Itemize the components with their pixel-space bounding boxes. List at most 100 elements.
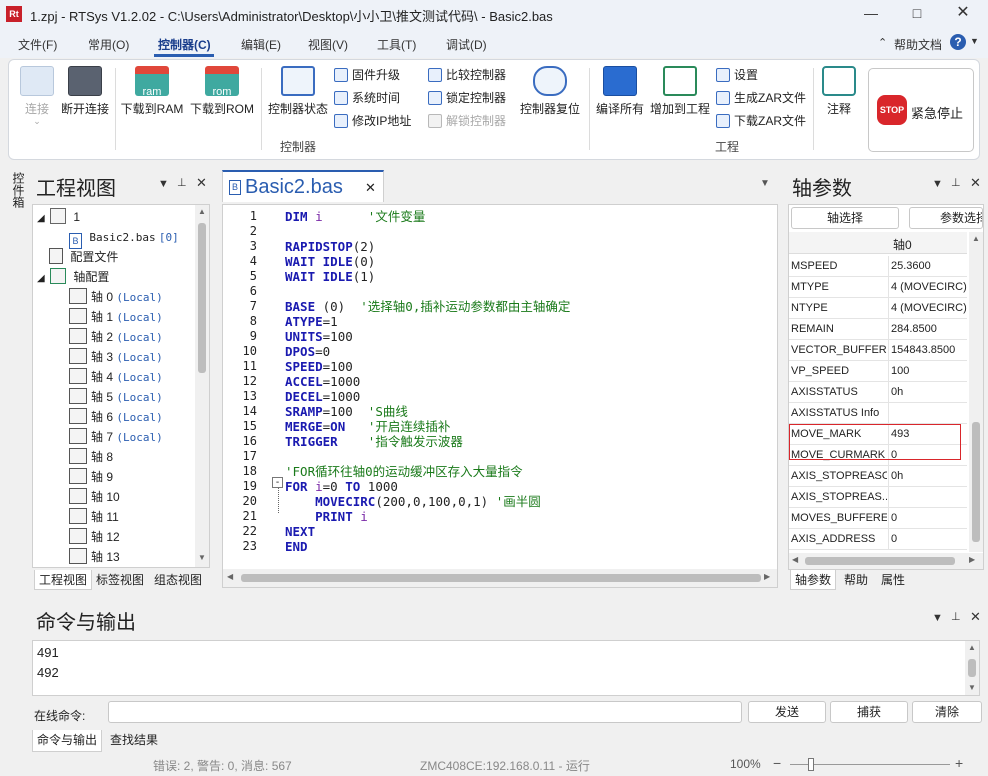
param-row[interactable]: AXISSTATUS 0h: [789, 382, 967, 403]
scroll-down-icon[interactable]: ▼: [198, 553, 206, 562]
zoom-slider[interactable]: [790, 764, 950, 765]
compile-all-button[interactable]: 编译所有: [595, 66, 645, 117]
code-line[interactable]: PRINT i: [285, 509, 368, 524]
param-value[interactable]: 4 (MOVECIRC): [891, 298, 967, 319]
scroll-down-icon[interactable]: ▼: [968, 683, 976, 692]
code-line[interactable]: DPOS=0: [285, 344, 330, 359]
lock-controller-button[interactable]: 锁定控制器: [428, 89, 506, 107]
menu-view[interactable]: 视图(V): [308, 36, 348, 53]
controller-reset-button[interactable]: 控制器复位: [517, 66, 583, 117]
pin-icon[interactable]: ⊥: [951, 176, 961, 189]
param-row[interactable]: AXIS_ADDRESS 0: [789, 529, 967, 550]
param-row[interactable]: REMAIN 284.8500: [789, 319, 967, 340]
code-editor[interactable]: 1 DIM i '文件变量 2 3 RAPIDSTOP(2) 4 WAIT IDLE(0) 5…: [222, 204, 778, 588]
comment-button[interactable]: 注释: [819, 66, 859, 117]
settings-button[interactable]: 设置: [716, 66, 758, 84]
code-line[interactable]: BASE (0) '选择轴0,插补运动参数都由主轴确定: [285, 299, 570, 314]
axis-v-scrollbar[interactable]: ▲: [969, 232, 983, 552]
code-line[interactable]: SRAMP=100 'S曲线: [285, 404, 408, 419]
zoom-in-icon[interactable]: +: [955, 755, 963, 771]
param-value[interactable]: 0h: [891, 466, 903, 487]
tree-file-basic2[interactable]: B Basic2.bas [0]: [69, 227, 179, 249]
fold-collapse-icon[interactable]: -: [272, 477, 283, 488]
tree-axis-item[interactable]: 轴 9: [69, 467, 113, 487]
code-line[interactable]: WAIT IDLE(1): [285, 269, 375, 284]
menu-debug[interactable]: 调试(D): [446, 36, 487, 53]
param-row[interactable]: AXIS_STOPREASON 0h: [789, 466, 967, 487]
firmware-upgrade-button[interactable]: 固件升级: [334, 66, 400, 84]
menu-edit[interactable]: 编辑(E): [241, 36, 281, 53]
tree-root[interactable]: ◢ 1: [37, 207, 80, 227]
dropdown-icon[interactable]: ▼: [158, 178, 169, 190]
code-line[interactable]: ACCEL=1000: [285, 374, 360, 389]
axis-select-button[interactable]: 轴选择: [791, 207, 899, 229]
code-line[interactable]: SPEED=100: [285, 359, 353, 374]
param-value[interactable]: 100: [891, 361, 909, 382]
unlock-controller-button[interactable]: 解锁控制器: [428, 112, 506, 130]
help-docs-menu[interactable]: 帮助文档: [894, 36, 942, 53]
modify-ip-button[interactable]: 修改IP地址: [334, 112, 411, 130]
download-ram-button[interactable]: ram 下载到RAM: [119, 66, 185, 117]
close-panel-icon[interactable]: ✕: [970, 175, 981, 191]
param-row[interactable]: VECTOR_BUFFERED 154843.8500: [789, 340, 967, 361]
close-panel-icon[interactable]: ✕: [970, 609, 981, 625]
output-scrollbar[interactable]: ▲ ▼: [965, 641, 979, 695]
tree-scrollbar[interactable]: ▲ ▼: [195, 205, 209, 567]
pin-icon[interactable]: ⊥: [951, 610, 961, 623]
code-line[interactable]: ATYPE=1: [285, 314, 338, 329]
output-scroll-thumb[interactable]: [968, 659, 976, 677]
axis-h-scrollbar[interactable]: ◀ ▶: [789, 553, 983, 569]
menu-common[interactable]: 常用(O): [88, 36, 129, 53]
tree-axis-item[interactable]: 轴 11: [69, 507, 119, 527]
connect-button[interactable]: 连接 ⌄: [17, 66, 57, 126]
maximize-icon[interactable]: □: [894, 0, 940, 28]
tree-axis-item[interactable]: 轴 7 (Local): [69, 427, 163, 447]
scroll-up-icon[interactable]: ▲: [968, 643, 976, 652]
tree-axis-item[interactable]: 轴 12: [69, 527, 120, 547]
param-select-button[interactable]: 参数选择: [909, 207, 983, 229]
param-value[interactable]: 0h: [891, 382, 903, 403]
clear-button[interactable]: 清除: [912, 701, 982, 723]
toolbox-side-tab[interactable]: 控件箱: [10, 172, 25, 212]
tree-axis-item[interactable]: 轴 0 (Local): [69, 287, 163, 307]
scroll-up-icon[interactable]: ▲: [198, 207, 206, 216]
tab-help[interactable]: 帮助: [840, 570, 872, 590]
param-value[interactable]: 25.3600: [891, 256, 931, 277]
emergency-stop-button[interactable]: STOP 紧急停止: [868, 68, 974, 152]
download-rom-button[interactable]: rom 下载到ROM: [189, 66, 255, 117]
generate-zar-button[interactable]: 生成ZAR文件: [716, 89, 806, 107]
close-tab-icon[interactable]: ✕: [365, 180, 376, 196]
code-line[interactable]: WAIT IDLE(0): [285, 254, 375, 269]
tree-axis-item[interactable]: 轴 3 (Local): [69, 347, 163, 367]
tree-axis-item[interactable]: 轴 1 (Local): [69, 307, 163, 327]
axis-scroll-thumb[interactable]: [972, 422, 980, 542]
tree-axis-item[interactable]: 轴 2 (Local): [69, 327, 163, 347]
tab-label-view[interactable]: 标签视图: [92, 570, 148, 590]
system-time-button[interactable]: 系统时间: [334, 89, 400, 107]
code-line[interactable]: DIM i '文件变量: [285, 209, 425, 224]
code-line[interactable]: FOR i=0 TO 1000: [285, 479, 398, 494]
code-line[interactable]: DECEL=1000: [285, 389, 360, 404]
compare-controller-button[interactable]: 比较控制器: [428, 66, 506, 84]
menu-file[interactable]: 文件(F): [18, 36, 57, 53]
code-line[interactable]: 'FOR循环往轴0的运动缓冲区存入大量指令: [285, 464, 523, 479]
zoom-slider-thumb[interactable]: [808, 758, 814, 771]
param-row[interactable]: VP_SPEED 100: [789, 361, 967, 382]
scroll-left-icon[interactable]: ◀: [227, 572, 233, 581]
tab-command-output[interactable]: 命令与输出: [32, 730, 103, 752]
code-line[interactable]: NEXT: [285, 524, 315, 539]
code-line[interactable]: END: [285, 539, 308, 554]
tree-scroll-thumb[interactable]: [198, 223, 206, 373]
close-icon[interactable]: ✕: [940, 0, 986, 28]
tree-axis-item[interactable]: 轴 10: [69, 487, 120, 507]
code-line[interactable]: TRIGGER '指令触发示波器: [285, 434, 463, 449]
tab-config-view[interactable]: 组态视图: [150, 570, 206, 590]
scroll-right-icon[interactable]: ▶: [969, 555, 975, 564]
help-icon[interactable]: ?: [950, 34, 966, 50]
tree-axis-item[interactable]: 轴 13: [69, 547, 120, 567]
disconnect-button[interactable]: 断开连接: [59, 66, 111, 117]
menu-controller[interactable]: 控制器(C): [158, 36, 211, 53]
pin-icon[interactable]: ⊥: [177, 176, 187, 189]
param-value[interactable]: 154843.8500: [891, 340, 955, 361]
tree-axis-item[interactable]: 轴 4 (Local): [69, 367, 163, 387]
